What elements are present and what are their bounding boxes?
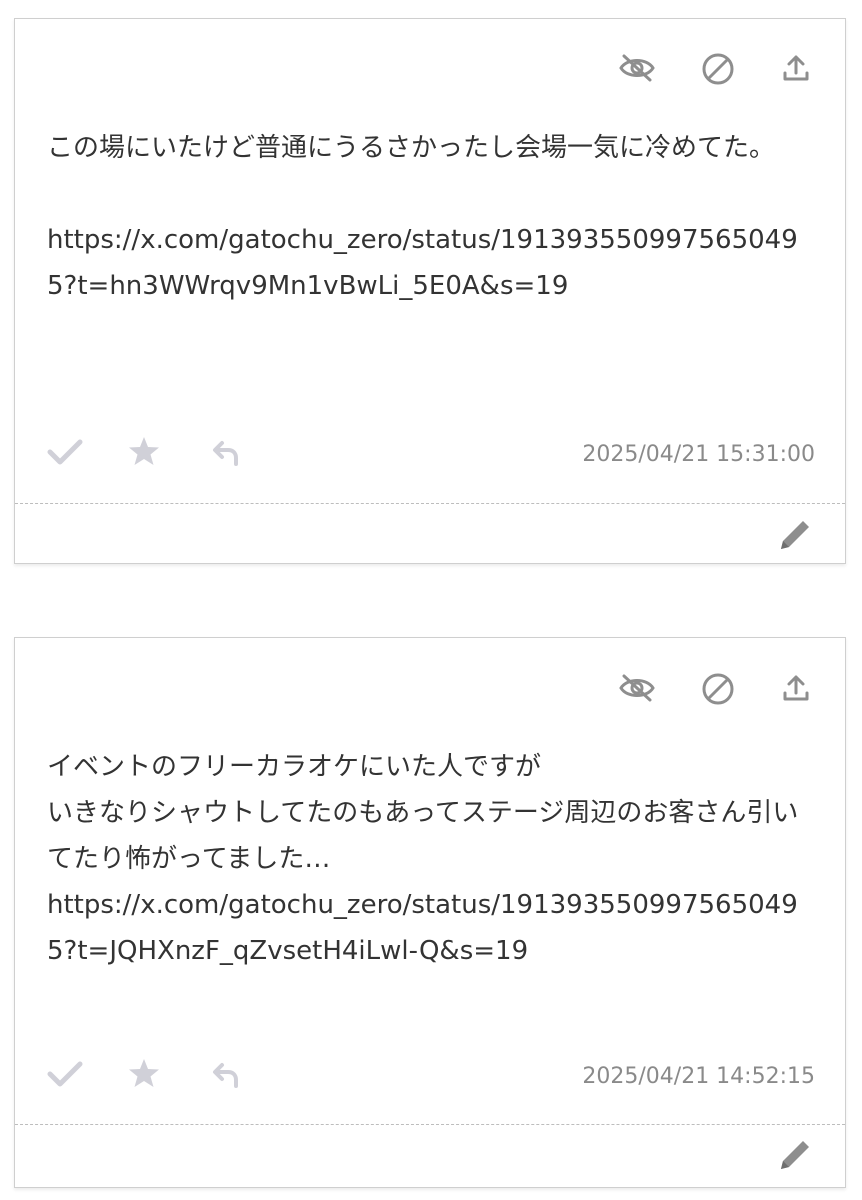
message-text: この場にいたけど普通にうるさかったし会場一気に冷めてた。 https://x.c… — [47, 133, 798, 301]
pencil-icon[interactable] — [775, 515, 815, 555]
star-icon[interactable] — [128, 435, 160, 467]
message-text: イベントのフリーカラオケにいた人ですが いきなりシャウトしてたのもあってステージ… — [47, 752, 799, 966]
pencil-icon[interactable] — [775, 1135, 815, 1175]
block-icon[interactable] — [701, 52, 735, 86]
check-icon[interactable] — [47, 438, 83, 466]
check-icon[interactable] — [47, 1060, 83, 1088]
message-card: この場にいたけど普通にうるさかったし会場一気に冷めてた。 https://x.c… — [14, 18, 846, 564]
reply-icon[interactable] — [211, 1061, 241, 1089]
share-icon[interactable] — [781, 673, 811, 703]
timestamp: 2025/04/21 15:31:00 — [582, 442, 815, 467]
divider — [15, 503, 845, 504]
block-icon[interactable] — [701, 672, 735, 706]
divider — [15, 1124, 845, 1125]
message-card: イベントのフリーカラオケにいた人ですが いきなりシャウトしてたのもあってステージ… — [14, 637, 846, 1188]
timestamp: 2025/04/21 14:52:15 — [582, 1064, 815, 1089]
eye-off-icon[interactable] — [618, 53, 656, 83]
reply-icon[interactable] — [211, 439, 241, 467]
star-icon[interactable] — [128, 1057, 160, 1089]
eye-off-icon[interactable] — [618, 673, 656, 703]
share-icon[interactable] — [781, 53, 811, 83]
